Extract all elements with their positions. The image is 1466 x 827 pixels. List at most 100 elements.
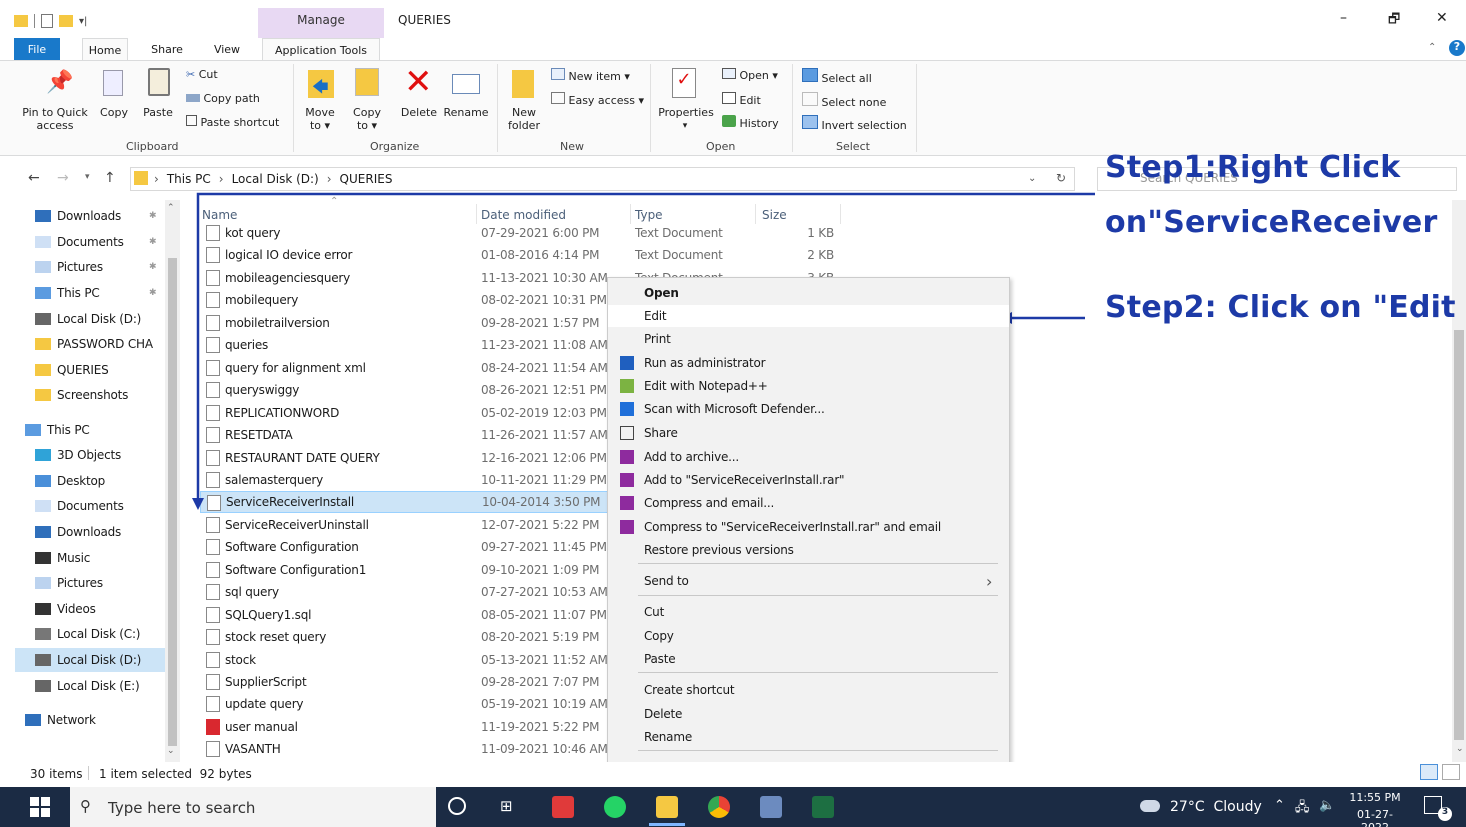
clock-date[interactable]: 01-27-2022 [1344, 808, 1406, 827]
paste-button[interactable]: Paste [140, 106, 176, 119]
task-view-icon[interactable]: ⊞ [500, 797, 513, 815]
nav-item[interactable]: Local Disk (D:) [15, 307, 180, 331]
file-row[interactable]: kot query 07-29-2021 6:00 PM Text Document… [200, 222, 840, 244]
nav-scroll-down-icon[interactable]: ⌄ [167, 746, 175, 756]
select-all-button[interactable]: Select all [802, 68, 872, 85]
nav-item[interactable]: Downloads ✱ [15, 204, 180, 228]
qat-dropdown-icon[interactable]: ▾| [79, 16, 87, 27]
context-menu-item[interactable]: Scan with Microsoft Defender... [608, 398, 1009, 420]
copy-path-button[interactable]: Copy path [186, 92, 260, 105]
nav-item[interactable]: Desktop [15, 469, 180, 493]
nav-item[interactable]: Documents [15, 494, 180, 518]
new-item-button[interactable]: New item ▾ [551, 68, 630, 83]
windows-start-icon[interactable] [30, 797, 50, 817]
volume-icon[interactable]: 🔈 [1319, 798, 1335, 820]
nav-item[interactable]: Local Disk (E:) [15, 674, 180, 698]
up-icon[interactable]: ↑ [104, 170, 116, 186]
delete-button[interactable]: Delete [398, 106, 440, 119]
context-menu-item[interactable]: Add to archive... [608, 446, 1009, 468]
nav-item[interactable]: Music [15, 546, 180, 570]
nav-item[interactable]: Documents ✱ [15, 230, 180, 254]
nav-item[interactable]: QUERIES [15, 358, 180, 382]
nav-scroll-thumb[interactable] [168, 258, 177, 746]
anydesk-icon[interactable] [552, 796, 574, 818]
pin-icon[interactable]: ✱ [149, 262, 157, 272]
pin-to-quick-access-button[interactable]: Pin to Quick access [20, 106, 90, 132]
context-menu-item[interactable]: Send to › [608, 570, 1009, 592]
minimize-button[interactable]: – [1340, 10, 1347, 26]
nav-item[interactable]: This PC ✱ [15, 281, 180, 305]
easy-access-button[interactable]: Easy access ▾ [551, 92, 644, 107]
help-icon[interactable]: ? [1449, 40, 1465, 56]
nav-item[interactable]: Local Disk (C:) [15, 622, 180, 646]
tray-overflow-icon[interactable]: ⌃ [1274, 798, 1285, 820]
nav-item[interactable]: Pictures ✱ [15, 255, 180, 279]
context-menu-item[interactable]: Open [608, 282, 1009, 304]
file-scroll-thumb[interactable] [1454, 330, 1464, 740]
forward-icon[interactable]: → [57, 170, 69, 186]
rename-button[interactable]: Rename [442, 106, 490, 119]
tab-view[interactable]: View [207, 38, 247, 60]
nav-item[interactable]: 3D Objects [15, 443, 180, 467]
context-menu-item[interactable]: Print [608, 328, 1009, 350]
clock-time[interactable]: 11:55 PM [1344, 791, 1406, 804]
nav-item[interactable]: Local Disk (D:) [15, 648, 180, 672]
file-explorer-icon[interactable] [656, 796, 678, 818]
tab-file[interactable]: File [14, 38, 60, 60]
nav-scroll-up-icon[interactable]: ⌃ [167, 203, 175, 213]
properties-button[interactable]: Properties [656, 106, 716, 119]
file-row[interactable]: logical IO device error 01-08-2016 4:14 P… [200, 244, 840, 266]
copy-button[interactable]: Copy [97, 106, 131, 119]
breadcrumb-this-pc[interactable]: This PC [167, 172, 211, 186]
pin-icon[interactable]: ✱ [149, 211, 157, 221]
close-button[interactable]: ✕ [1436, 10, 1448, 26]
copy-to-button[interactable]: Copy to ▾ [347, 106, 387, 132]
maximize-button[interactable]: 🗗 [1388, 10, 1400, 32]
nav-item[interactable]: Downloads [15, 520, 180, 544]
open-button[interactable]: Open ▾ [722, 68, 778, 82]
context-menu-item[interactable]: Create shortcut [608, 679, 1009, 701]
context-menu-item[interactable]: Cut [608, 601, 1009, 623]
context-menu-item[interactable]: Delete [608, 703, 1009, 725]
context-menu-item[interactable]: Run as administrator [608, 352, 1009, 374]
cut-button[interactable]: ✂ Cut [186, 68, 218, 81]
new-folder-icon[interactable] [59, 15, 73, 27]
context-menu-item[interactable]: Paste [608, 648, 1009, 670]
whatsapp-icon[interactable] [604, 796, 626, 818]
nav-item[interactable]: PASSWORD CHA [15, 332, 180, 356]
tab-application-tools[interactable]: Application Tools [262, 38, 380, 61]
context-menu-item[interactable]: Edit with Notepad++ [608, 375, 1009, 397]
context-menu-item[interactable]: Share [608, 422, 1009, 444]
pin-icon[interactable]: ✱ [149, 288, 157, 298]
column-size[interactable]: Size [762, 208, 787, 222]
breadcrumb-queries[interactable]: QUERIES [340, 172, 393, 186]
select-none-button[interactable]: Select none [802, 92, 886, 109]
move-to-button[interactable]: Move to ▾ [300, 106, 340, 132]
history-button[interactable]: History [722, 115, 779, 130]
invert-selection-button[interactable]: Invert selection [802, 115, 907, 132]
address-dropdown-icon[interactable]: ⌄ [1028, 173, 1036, 184]
nav-item[interactable]: This PC [15, 418, 180, 442]
excel-icon[interactable] [812, 796, 834, 818]
properties-icon[interactable] [41, 14, 53, 28]
file-scroll-down-icon[interactable]: ⌄ [1456, 744, 1464, 754]
edit-button[interactable]: Edit [722, 92, 761, 107]
context-menu-item[interactable]: Compress to "ServiceReceiverInstall.rar"… [608, 516, 1009, 538]
nav-item[interactable]: Videos [15, 597, 180, 621]
context-menu-item[interactable]: Compress and email... [608, 492, 1009, 514]
new-folder-button[interactable]: New folder [504, 106, 544, 132]
context-menu-item[interactable]: Edit [608, 305, 1009, 327]
details-view-icon[interactable] [1420, 764, 1438, 780]
column-type[interactable]: Type [635, 208, 663, 222]
cortana-icon[interactable] [448, 797, 466, 815]
pin-icon[interactable]: ✱ [149, 237, 157, 247]
recent-locations-icon[interactable]: ▾ [85, 172, 90, 182]
context-menu-item[interactable]: Copy [608, 625, 1009, 647]
ribbon-collapse-icon[interactable]: ⌃ [1428, 42, 1436, 53]
column-name[interactable]: Name [202, 208, 237, 222]
chrome-icon[interactable] [708, 796, 730, 818]
context-menu-item[interactable]: Restore previous versions [608, 539, 1009, 561]
tab-home[interactable]: Home [82, 38, 128, 61]
nav-item[interactable]: Network [15, 708, 180, 732]
back-icon[interactable]: ← [28, 170, 40, 186]
